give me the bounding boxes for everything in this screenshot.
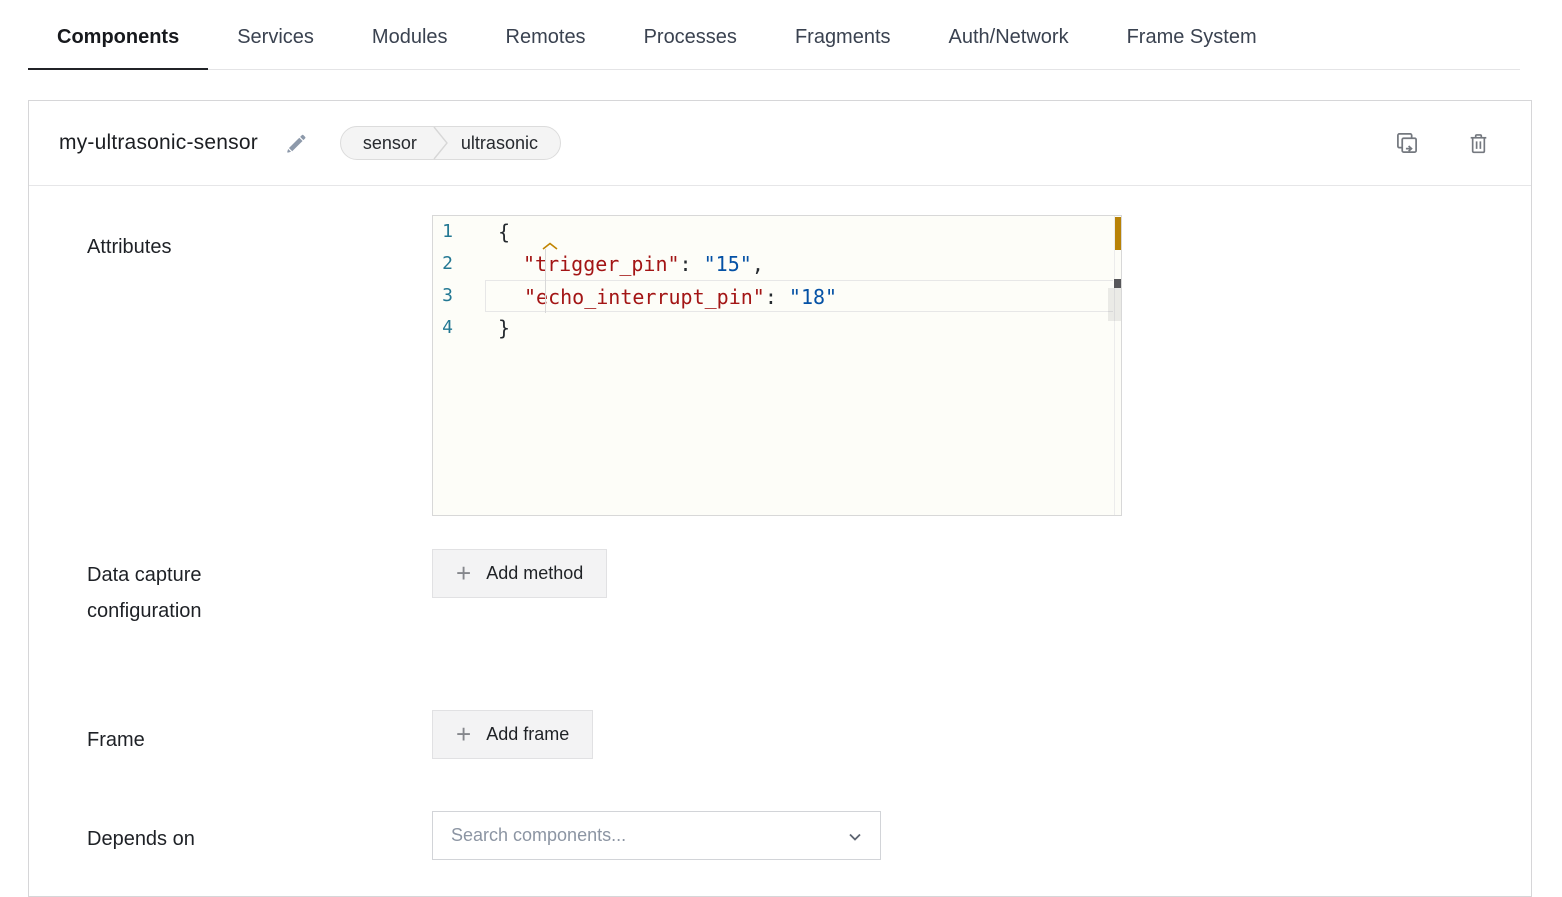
code-line[interactable]: 4} bbox=[433, 312, 1121, 344]
top-tab-bar: Components Services Modules Remotes Proc… bbox=[28, 0, 1520, 70]
code-token: { bbox=[498, 220, 510, 244]
frame-label: Frame bbox=[87, 710, 432, 759]
add-method-label: Add method bbox=[486, 563, 583, 584]
code-token: } bbox=[498, 316, 510, 340]
line-number: 4 bbox=[433, 312, 498, 344]
code-line[interactable]: 2"trigger_pin": "15", bbox=[433, 248, 1121, 280]
code-text: "echo_interrupt_pin": "18" bbox=[485, 280, 1113, 312]
depends-on-label: Depends on bbox=[87, 811, 432, 860]
line-number: 2 bbox=[433, 248, 498, 280]
overview-ruler bbox=[1114, 216, 1121, 515]
component-card: my-ultrasonic-sensor sensor ultrasonic bbox=[28, 100, 1532, 897]
code-token: , bbox=[752, 252, 764, 276]
badge-divider-chevron-icon bbox=[433, 126, 449, 160]
code-token: "echo_interrupt_pin" bbox=[524, 285, 765, 309]
component-card-header: my-ultrasonic-sensor sensor ultrasonic bbox=[29, 101, 1531, 186]
code-token: : bbox=[765, 285, 789, 309]
code-token: "trigger_pin" bbox=[523, 252, 680, 276]
tab-auth-network[interactable]: Auth/Network bbox=[920, 0, 1098, 69]
overview-cursor-marker bbox=[1114, 279, 1121, 288]
code-line[interactable]: 3"echo_interrupt_pin": "18" bbox=[433, 280, 1121, 312]
add-frame-label: Add frame bbox=[486, 724, 569, 745]
editor-scrollbar[interactable] bbox=[1108, 288, 1121, 321]
attributes-label: Attributes bbox=[87, 215, 432, 516]
component-name: my-ultrasonic-sensor bbox=[59, 131, 258, 155]
indent-guide bbox=[545, 249, 546, 313]
tab-remotes[interactable]: Remotes bbox=[477, 0, 615, 69]
add-method-button[interactable]: + Add method bbox=[432, 549, 607, 598]
plus-icon: + bbox=[456, 560, 471, 586]
duplicate-component-button[interactable] bbox=[1394, 130, 1420, 156]
tab-frame-system[interactable]: Frame System bbox=[1098, 0, 1286, 69]
code-token: "15" bbox=[704, 252, 752, 276]
code-text: "trigger_pin": "15", bbox=[498, 248, 1113, 280]
tab-services[interactable]: Services bbox=[208, 0, 343, 69]
code-text: } bbox=[498, 312, 1113, 344]
code-token: "18" bbox=[789, 285, 837, 309]
tab-processes[interactable]: Processes bbox=[615, 0, 766, 69]
component-card-body: Attributes 1{2"trigger_pin": "15",3"echo… bbox=[29, 186, 1531, 896]
depends-on-placeholder: Search components... bbox=[451, 825, 626, 846]
data-capture-row: Data capture configuration + Add method bbox=[29, 549, 1531, 629]
badge-category: sensor bbox=[341, 133, 433, 154]
duplicate-icon bbox=[1394, 130, 1420, 156]
attributes-row: Attributes 1{2"trigger_pin": "15",3"echo… bbox=[29, 215, 1531, 516]
card-actions bbox=[1394, 130, 1491, 156]
warning-squiggle-icon bbox=[541, 242, 559, 251]
code-token: : bbox=[680, 252, 704, 276]
depends-on-row: Depends on Search components... bbox=[29, 811, 1531, 860]
trash-icon bbox=[1466, 131, 1491, 156]
badge-model: ultrasonic bbox=[449, 133, 560, 154]
chevron-down-icon bbox=[846, 828, 864, 846]
plus-icon: + bbox=[456, 721, 471, 747]
pencil-icon bbox=[284, 130, 310, 156]
tab-fragments[interactable]: Fragments bbox=[766, 0, 920, 69]
tab-modules[interactable]: Modules bbox=[343, 0, 477, 69]
code-line[interactable]: 1{ bbox=[433, 216, 1121, 248]
edit-name-button[interactable] bbox=[284, 130, 310, 156]
code-text: { bbox=[498, 216, 1113, 248]
component-type-badge: sensor ultrasonic bbox=[340, 126, 561, 160]
overview-warning-marker bbox=[1115, 217, 1121, 250]
data-capture-label-line1: Data capture bbox=[87, 557, 432, 593]
attributes-json-editor[interactable]: 1{2"trigger_pin": "15",3"echo_interrupt_… bbox=[432, 215, 1122, 516]
delete-component-button[interactable] bbox=[1466, 131, 1491, 156]
code-lines: 1{2"trigger_pin": "15",3"echo_interrupt_… bbox=[433, 216, 1121, 344]
data-capture-label: Data capture configuration bbox=[87, 549, 432, 629]
line-number: 1 bbox=[433, 216, 498, 248]
tab-components[interactable]: Components bbox=[28, 0, 208, 69]
depends-on-select[interactable]: Search components... bbox=[432, 811, 881, 860]
data-capture-label-line2: configuration bbox=[87, 593, 432, 629]
frame-row: Frame + Add frame bbox=[29, 710, 1531, 759]
add-frame-button[interactable]: + Add frame bbox=[432, 710, 593, 759]
